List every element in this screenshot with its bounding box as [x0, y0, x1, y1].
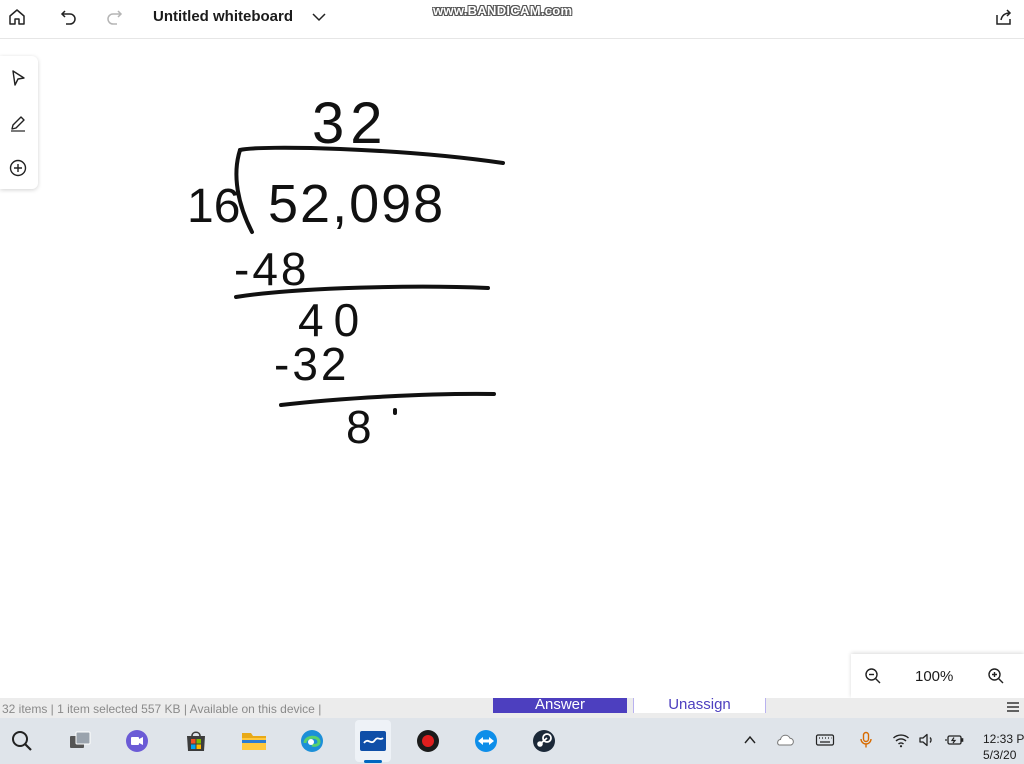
zoom-level[interactable]: 100%	[915, 668, 953, 685]
answer-button[interactable]: Answer	[493, 698, 627, 713]
select-tool-icon[interactable]	[6, 66, 30, 90]
chevron-down-icon[interactable]	[309, 7, 329, 27]
add-icon[interactable]	[6, 156, 30, 180]
tool-rail	[0, 56, 38, 189]
top-bar: Untitled whiteboard www.BANDICAM.com	[0, 0, 1024, 39]
remainder-2-text: 8	[346, 401, 372, 453]
task-view-icon[interactable]	[66, 727, 94, 755]
subtrahend-2-text: -32	[274, 338, 349, 390]
zoom-panel: 100%	[851, 654, 1024, 698]
quotient-text: 32	[312, 91, 389, 156]
undo-icon[interactable]	[56, 4, 82, 30]
teamviewer-icon[interactable]	[472, 727, 500, 755]
list-view-icon[interactable]	[1006, 700, 1020, 714]
chat-icon[interactable]	[123, 727, 151, 755]
whiteboard-canvas[interactable]: 32 16 52,098 -48 40 -32 8	[0, 39, 1024, 697]
onedrive-icon[interactable]	[775, 730, 795, 750]
microphone-icon[interactable]	[856, 730, 876, 750]
whiteboard-title[interactable]: Untitled whiteboard	[153, 8, 293, 25]
home-icon[interactable]	[4, 4, 30, 30]
share-icon[interactable]	[991, 4, 1017, 30]
divisor-text: 16	[187, 180, 240, 233]
search-icon[interactable]	[8, 727, 36, 755]
redo-icon[interactable]	[101, 4, 127, 30]
subtraction-line-2	[279, 391, 496, 407]
steam-icon[interactable]	[530, 727, 558, 755]
volume-icon[interactable]	[917, 730, 937, 750]
file-status-text: 32 items | 1 item selected 557 KB | Avai…	[2, 702, 322, 716]
taskbar: 12:33 P 5/3/20	[0, 718, 1024, 764]
active-app-indicator	[364, 760, 382, 763]
dividend-text: 52,098	[268, 174, 445, 234]
unassign-button[interactable]: Unassign	[633, 698, 766, 713]
file-explorer-icon[interactable]	[240, 727, 268, 755]
wifi-icon[interactable]	[891, 730, 911, 750]
keyboard-icon[interactable]	[815, 730, 835, 750]
zoom-out-icon[interactable]	[862, 665, 884, 687]
whiteboard-icon[interactable]	[359, 727, 387, 755]
recording-watermark: www.BANDICAM.com	[433, 3, 573, 18]
chevron-up-icon[interactable]	[740, 730, 760, 750]
battery-icon[interactable]	[945, 730, 965, 750]
clock-time[interactable]: 12:33 P	[983, 732, 1024, 746]
edge-icon[interactable]	[298, 727, 326, 755]
pen-tool-icon[interactable]	[6, 111, 30, 135]
bandicam-record-icon[interactable]	[414, 727, 442, 755]
zoom-in-icon[interactable]	[985, 665, 1007, 687]
background-window-strip: 32 items | 1 item selected 557 KB | Avai…	[0, 698, 1024, 718]
store-icon[interactable]	[182, 727, 210, 755]
subtrahend-1-text: -48	[234, 243, 309, 295]
clock-date[interactable]: 5/3/20	[983, 748, 1016, 762]
